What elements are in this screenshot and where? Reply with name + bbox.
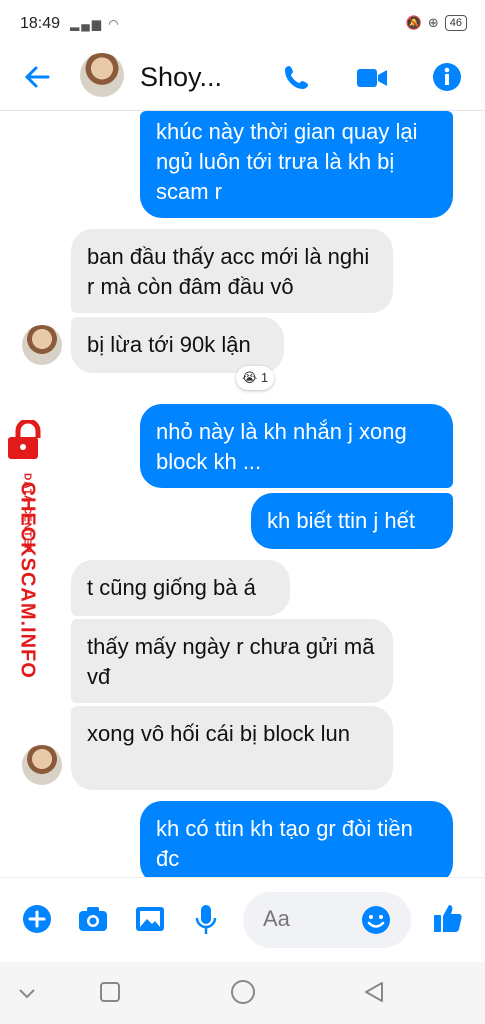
like-icon[interactable] [432,902,464,939]
message-input-placeholder: Aa [263,906,290,931]
camera-icon[interactable] [77,904,109,939]
composer-bar: Aa [0,877,485,963]
message-bubble-outgoing[interactable]: kh có ttin kh tạo gr đòi tiền đc [140,801,453,877]
crying-emoji-icon: 😭 [242,370,258,385]
phone-icon[interactable] [282,62,312,97]
status-bar: 18:49 ▂▄▆ ◠ 🔕 ⊕ 46 [0,0,485,50]
plus-icon[interactable] [22,904,52,939]
message-bubble-outgoing[interactable]: kh biết ttin j hết [251,493,453,549]
home-circle-icon[interactable] [229,978,257,1011]
video-icon[interactable] [355,63,389,98]
message-bubble-incoming[interactable]: bị lừa tới 90k lận [71,317,284,373]
contact-avatar[interactable] [80,53,124,97]
message-bubble-incoming[interactable]: ban đầu thấy acc mới là nghi r mà còn đâ… [71,229,393,313]
message-bubble-incoming[interactable]: thấy mấy ngày r chưa gửi mã vđ [71,619,393,703]
info-icon[interactable] [432,62,462,97]
recents-square-icon[interactable] [98,980,122,1009]
back-arrow-icon[interactable] [22,62,52,97]
message-bubble-incoming[interactable]: xong vô hối cái bị block lun [71,706,393,790]
message-bubble-incoming[interactable]: t cũng giống bà á [71,560,290,616]
chat-header: Shoy... [0,50,485,111]
checkscam-watermark: DATA CENTER CHECKSCAM.INFO [2,418,62,679]
signal-wifi-icon: ▂▄▆ ◠ [70,17,121,31]
watermark-title: CHECKSCAM.INFO [16,481,39,679]
message-bubble-outgoing[interactable]: nhỏ này là kh nhắn j xong block kh ... [140,404,453,488]
message-input[interactable]: Aa [243,892,411,948]
mic-icon[interactable] [193,904,219,941]
contact-name[interactable]: Shoy... [140,62,222,93]
back-triangle-icon[interactable] [362,980,386,1009]
collapse-chevron-icon[interactable] [16,982,38,1009]
contact-avatar-small [22,325,62,365]
message-list[interactable]: khúc này thời gian quay lại ngủ luôn tới… [0,111,485,877]
mute-icon: 🔕 [405,15,422,30]
battery-icon: 46 [444,15,467,31]
system-nav-bar [0,962,485,1024]
status-time: 18:49 [20,15,61,32]
message-bubble-outgoing[interactable]: khúc này thời gian quay lại ngủ luôn tới… [140,111,453,218]
image-icon[interactable] [134,904,166,939]
message-reaction[interactable]: 😭 1 [236,366,275,390]
reaction-count: 1 [260,370,269,385]
contact-avatar-small [22,745,62,785]
alarm-icon: ⊕ [427,15,439,30]
emoji-icon[interactable] [361,905,391,940]
